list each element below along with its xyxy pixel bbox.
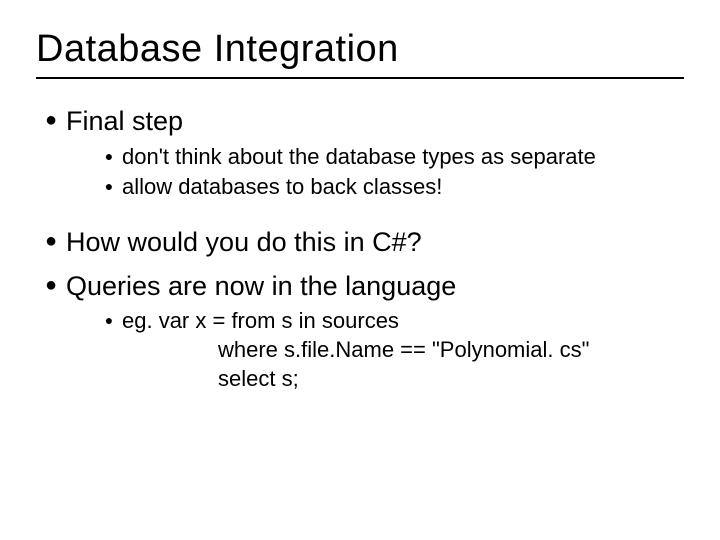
bullet-list-level1: ● Final step ● don't think about the dat… [36, 105, 684, 407]
code-continuation: where s.file.Name == "Polynomial. cs" [218, 336, 684, 365]
bullet-icon: ● [96, 143, 122, 169]
list-item: ● eg. var x = from s in sources where s.… [96, 307, 684, 393]
slide: Database Integration ● Final step ● don'… [0, 0, 720, 540]
list-item-text: don't think about the database types as … [122, 143, 684, 172]
list-item-text: Queries are now in the language [66, 271, 456, 301]
list-item-text: Final step [66, 106, 183, 136]
bullet-icon: ● [36, 270, 66, 300]
list-item-body: eg. var x = from s in sources where s.fi… [122, 307, 684, 393]
bullet-list-level2: ● eg. var x = from s in sources where s.… [96, 307, 684, 393]
bullet-list-level2: ● don't think about the database types a… [96, 143, 684, 202]
bullet-icon: ● [36, 226, 66, 256]
bullet-icon: ● [96, 173, 122, 199]
slide-title: Database Integration [36, 28, 684, 71]
list-item: ● Final step ● don't think about the dat… [36, 105, 684, 216]
title-underline [36, 77, 684, 79]
list-item-text: eg. var x = from s in sources [122, 308, 399, 333]
list-item: ● allow databases to back classes! [96, 173, 684, 202]
list-item-text: How would you do this in C#? [66, 227, 422, 257]
list-item: ● Queries are now in the language ● eg. … [36, 270, 684, 408]
list-item-body: Queries are now in the language ● eg. va… [66, 270, 684, 408]
code-continuation: select s; [218, 365, 684, 394]
list-item: ● don't think about the database types a… [96, 143, 684, 172]
bullet-icon: ● [96, 307, 122, 333]
list-item: ● How would you do this in C#? [36, 226, 684, 260]
list-item-body: Final step ● don't think about the datab… [66, 105, 684, 216]
bullet-icon: ● [36, 105, 66, 135]
list-item-text: allow databases to back classes! [122, 173, 684, 202]
list-item-body: How would you do this in C#? [66, 226, 684, 260]
